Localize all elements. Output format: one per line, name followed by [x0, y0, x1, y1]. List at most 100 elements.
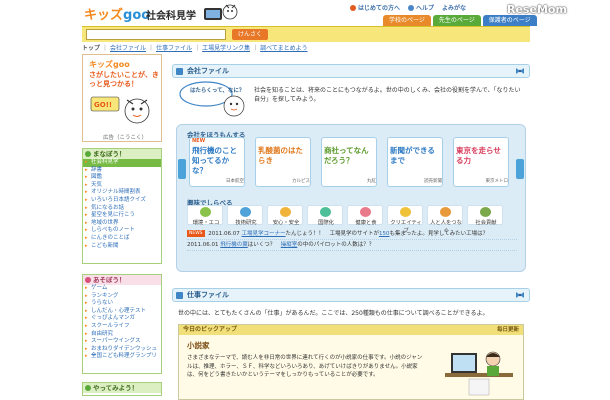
menu-item[interactable]: スーパーウイングス	[83, 338, 161, 346]
menu-item[interactable]: こども新聞	[83, 243, 161, 251]
company-card[interactable]: 商社ってなんだろう？ 丸紅	[321, 137, 377, 187]
category-global[interactable]: 国際化	[307, 205, 343, 226]
company-card-title: 新聞ができるまで	[390, 146, 435, 165]
menu-item[interactable]: スクールライフ	[83, 323, 161, 331]
menu-item[interactable]: にんきのことば	[83, 235, 161, 243]
menu-item[interactable]: いろいろ日本語クイズ	[83, 197, 161, 205]
mascot-icon	[204, 4, 238, 20]
shield-icon	[280, 207, 291, 217]
job-file-title: 仕事ファイル	[187, 291, 229, 299]
category-label: 国際化	[318, 220, 334, 226]
job-title[interactable]: 小説家	[187, 340, 210, 351]
company-card-brand: 東京メトロ	[485, 179, 509, 184]
category-contribution[interactable]: 社会貢献	[467, 205, 503, 226]
leaf-icon	[200, 207, 211, 217]
tab-teacher[interactable]: 先生のページ	[432, 15, 481, 26]
breadcrumb-company-file[interactable]: 会社ファイル	[110, 43, 146, 53]
menu-item[interactable]: しらべものノート	[83, 227, 161, 235]
search-input[interactable]	[86, 29, 226, 40]
menu-manabou: 社会科見学 辞書 図鑑 天気 オリジナル時間割表 いろいろ日本語クイズ 気になる…	[83, 159, 161, 250]
company-card-brand: カルピス	[292, 179, 310, 184]
category-label: 社会貢献	[475, 220, 497, 226]
link-first-time[interactable]: はじめての方へ	[350, 3, 400, 12]
company-card-title: 飛行機のこと知ってるかな？	[192, 146, 237, 175]
category-label: 安心・安全	[272, 220, 300, 226]
speech-text: はたらくって、なに？	[190, 87, 244, 94]
carousel-next-button[interactable]	[516, 159, 524, 179]
company-card[interactable]: 東京を走らせる力 東京メトロ	[453, 137, 509, 187]
breadcrumb: トップ｜ 会社ファイル｜ 仕事ファイル｜ 工場見学リンク集｜ 調べてまとめよう	[82, 43, 530, 53]
site-title: 社会科見学	[146, 11, 196, 22]
category-label: 健康と食	[355, 220, 377, 226]
top-links: はじめての方へ ヘルプ よみがな	[350, 3, 466, 12]
ribbon-icon	[516, 292, 524, 298]
speech-bubble-icon: はたらくって、なに？	[179, 81, 245, 117]
link-yomigana-label: よみがな	[442, 5, 467, 12]
company-card-title: 乳酸菌のはたらき	[258, 146, 303, 165]
search-bar: けんさく	[82, 26, 530, 42]
category-label: 技術研究	[235, 220, 257, 226]
section-manabou-title: まなぼう！	[83, 149, 161, 159]
section-yattemiyou: やってみよう！	[82, 382, 162, 396]
main-content: 会社ファイル はたらくって、なに？ 社会を知ることは、将来のことにもつながるよ。…	[172, 58, 530, 400]
news-text: たんじょう！！ 工場見学のサイトが	[285, 231, 380, 237]
novelist-illustration-icon	[445, 351, 513, 396]
menu-item[interactable]: 星空を見に行こう	[83, 212, 161, 220]
gear-icon	[240, 207, 251, 217]
help-icon	[408, 4, 415, 11]
link-yomigana[interactable]: よみがな	[442, 3, 466, 12]
logo-text: キッズ	[84, 8, 124, 23]
category-connect[interactable]: 人と人をつなぐ	[427, 205, 463, 234]
menu-item[interactable]: ゲーム	[83, 285, 161, 293]
menu-item[interactable]: うらない	[83, 300, 161, 308]
company-card-brand: 読売新聞	[424, 179, 442, 184]
news-link[interactable]: 飛行機の翼	[220, 242, 248, 248]
menu-item[interactable]: ぐっぴよんマンガ	[83, 315, 161, 323]
company-carousel: 会社をほうもんする NEW 飛行機のこと知ってるかな？ 日本航空 乳酸菌のはたら…	[176, 124, 526, 272]
news-date: 2011.06.07	[208, 231, 240, 237]
site-logo[interactable]: キッズgoo	[84, 4, 150, 23]
star-icon	[400, 207, 411, 217]
menu-item[interactable]: 全国こども料理グランプリ	[83, 353, 161, 361]
breadcrumb-sep: ｜	[252, 45, 259, 52]
link-help[interactable]: ヘルプ	[408, 3, 434, 12]
company-card[interactable]: NEW 飛行機のこと知ってるかな？ 日本航空	[189, 137, 245, 187]
news-link[interactable]: 操縦室	[281, 242, 298, 248]
search-button[interactable]: けんさく	[232, 29, 268, 40]
news-row: 2011.06.01 飛行機の翼はいくつ？ 操縦室の中のパイロットの人数は？？	[187, 240, 517, 251]
category-health[interactable]: 健康と食	[347, 205, 383, 226]
breadcrumb-top[interactable]: トップ	[82, 43, 100, 53]
company-intro: はたらくって、なに？ 社会を知ることは、将来のことにもつながるよ。世の中のしくみ…	[178, 80, 524, 120]
job-description: さまざまなテーマで、読む人を非日常の世界に連れて行くのが小説家の仕事です。小説の…	[187, 355, 423, 378]
heart-icon	[360, 207, 371, 217]
company-card[interactable]: 新聞ができるまで 読売新聞	[387, 137, 443, 187]
news-row: NEWS 2011.06.07 工場見学コーナーたんじょう！！ 工場見学のサイト…	[187, 229, 517, 240]
category-tech[interactable]: 技術研究	[227, 205, 263, 226]
carousel-prev-button[interactable]	[178, 159, 186, 179]
news-list: NEWS 2011.06.07 工場見学コーナーたんじょう！！ 工場見学のサイト…	[187, 229, 517, 251]
breadcrumb-research[interactable]: 調べてまとめよう	[260, 43, 307, 53]
category-eco[interactable]: 環境・エコ	[187, 205, 223, 226]
menu-item[interactable]: オリジナル時間割表	[83, 189, 161, 197]
company-card-title: 東京を走らせる力	[456, 146, 501, 165]
category-safety[interactable]: 安心・安全	[267, 205, 303, 226]
company-card[interactable]: 乳酸菌のはたらき カルピス	[255, 137, 311, 187]
menu-item[interactable]: 社会科見学	[83, 159, 161, 167]
company-card-brand: 丸紅	[367, 179, 376, 184]
section-manabou: まなぼう！ 社会科見学 辞書 図鑑 天気 オリジナル時間割表 いろいろ日本語クイ…	[82, 148, 162, 264]
tab-school[interactable]: 学校のページ	[383, 15, 431, 26]
menu-item[interactable]: 図鑑	[83, 174, 161, 182]
globe-icon	[320, 207, 331, 217]
category-creative[interactable]: クリエイティブ	[387, 205, 423, 234]
news-link[interactable]: 工場見学コーナー	[242, 231, 286, 237]
breadcrumb-factory-links[interactable]: 工場見学リンク集	[202, 43, 250, 53]
breadcrumb-sep: ｜	[194, 45, 201, 52]
ad-banner[interactable]: キッズgoo さがしたいことが、きっと見つかる！ GO!! 広告（こうこく）	[82, 54, 162, 142]
category-label: 環境・エコ	[192, 220, 220, 226]
link-first-time-label: はじめての方へ	[358, 5, 401, 12]
news-link[interactable]: 150	[379, 231, 390, 237]
company-cards: NEW 飛行機のこと知ってるかな？ 日本航空 乳酸菌のはたらき カルピス 商社っ…	[189, 137, 515, 189]
tab-parent[interactable]: 保護者のページ	[482, 15, 537, 26]
news-badge: NEWS	[187, 230, 205, 237]
breadcrumb-job-file[interactable]: 仕事ファイル	[156, 43, 192, 53]
